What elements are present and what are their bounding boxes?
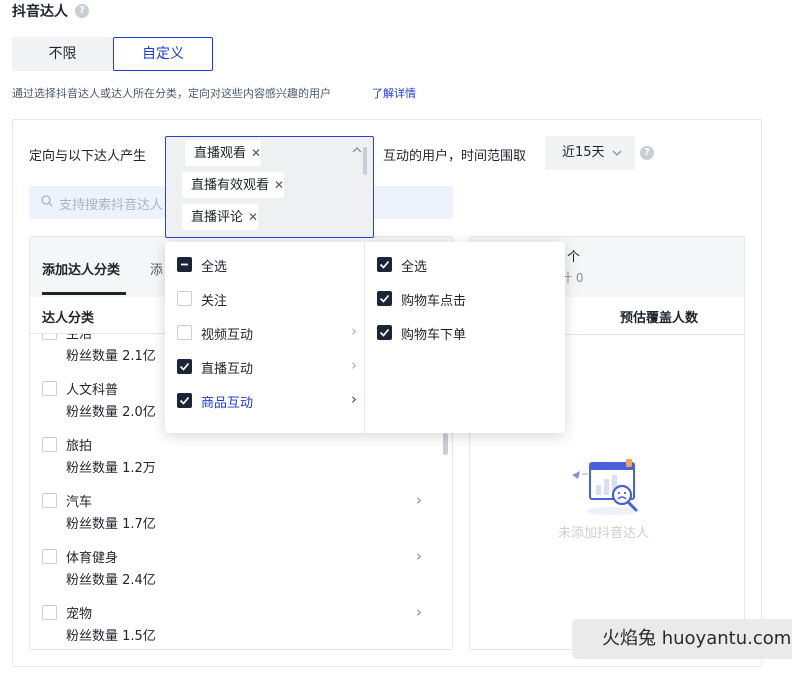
chevron-right-icon: › (351, 322, 357, 340)
tab-add-other[interactable]: 添 (150, 259, 163, 278)
category-name: 宠物 (66, 607, 93, 622)
interaction-dropdown: 全选 关注 视频互动 › 直播互动 › 商品互动 › 全选 购物车点击 购物车下… (165, 242, 565, 433)
option-unlimited-button[interactable]: 不限 (12, 37, 113, 71)
list-item[interactable]: 体育健身 粉丝数量 2.4亿 › (30, 547, 440, 603)
option-label: 视频互动 (201, 328, 254, 343)
selected-count: 个 (567, 250, 581, 265)
chevron-up-icon[interactable] (352, 145, 362, 158)
scrollbar[interactable] (443, 433, 448, 455)
option-label: 直播互动 (201, 362, 254, 377)
checkbox-checked[interactable] (377, 257, 392, 272)
checkbox-checked[interactable] (377, 325, 392, 340)
checkbox[interactable] (177, 291, 192, 306)
column-header-label: 预估覆盖人数 (620, 311, 699, 326)
option-label: 关注 (201, 294, 228, 309)
checkbox[interactable] (42, 381, 57, 396)
dropdown-option-follow[interactable]: 关注 (177, 287, 367, 311)
checkbox-checked[interactable] (177, 393, 192, 408)
category-name: 体育健身 (66, 551, 119, 566)
dropdown-option-select-all[interactable]: 全选 (177, 253, 367, 277)
active-tab-indicator (42, 292, 126, 295)
category-fans: 粉丝数量 1.5亿 (66, 629, 156, 644)
category-fans: 粉丝数量 2.4亿 (66, 573, 156, 588)
chevron-right-icon: › (351, 390, 357, 408)
chevron-right-icon[interactable]: › (416, 547, 422, 565)
interaction-tag-select[interactable]: 直播观看 ✕ 直播有效观看 ✕ 直播评论 ✕ (165, 136, 374, 238)
list-item[interactable]: 汽车 粉丝数量 1.7亿 › (30, 491, 440, 547)
scrollbar[interactable] (363, 147, 367, 175)
checkbox-checked[interactable] (377, 291, 392, 306)
category-name: 旅拍 (66, 439, 93, 454)
dropdown-suboption-select-all[interactable]: 全选 (377, 253, 567, 277)
tab-add-category[interactable]: 添加达人分类 (42, 259, 120, 278)
time-range-select[interactable]: 近15天 (545, 136, 635, 170)
dropdown-option-product[interactable]: 商品互动 › (177, 389, 367, 413)
category-name: 人文科普 (66, 383, 119, 398)
option-label: 全选 (401, 260, 428, 275)
option-label: 商品互动 (201, 396, 254, 411)
category-name: 汽车 (66, 495, 93, 510)
dropdown-suboption-cart-click[interactable]: 购物车点击 (377, 287, 567, 311)
option-label: 购物车下单 (401, 328, 467, 343)
tag-label: 直播评论 (191, 210, 244, 225)
checkbox[interactable] (177, 325, 192, 340)
close-icon[interactable]: ✕ (251, 146, 261, 160)
column-header-label: 达人分类 (42, 311, 95, 326)
search-icon (41, 195, 53, 207)
selected-tag[interactable]: 直播有效观看 ✕ (182, 172, 285, 198)
close-icon[interactable]: ✕ (248, 210, 258, 224)
dropdown-suboption-cart-order[interactable]: 购物车下单 (377, 321, 567, 345)
chevron-right-icon: › (351, 356, 357, 374)
empty-state-illustration-icon (568, 457, 648, 519)
search-placeholder: 支持搜索抖音达人 (59, 198, 164, 213)
checkbox-checked[interactable] (177, 359, 192, 374)
close-icon[interactable]: ✕ (274, 178, 284, 192)
chevron-right-icon[interactable]: › (416, 491, 422, 509)
checkbox-indeterminate[interactable] (177, 257, 192, 272)
chevron-down-icon (612, 136, 622, 185)
empty-state-text: 未添加抖音达人 (558, 526, 650, 541)
dropdown-option-live[interactable]: 直播互动 › (177, 355, 367, 379)
tag-label: 直播有效观看 (191, 178, 270, 193)
time-range-value: 近15天 (562, 145, 605, 160)
category-fans: 粉丝数量 2.1亿 (66, 349, 156, 364)
help-icon[interactable]: ? (75, 4, 89, 18)
chevron-right-icon[interactable]: › (416, 603, 422, 621)
section-title: 抖音达人 (12, 4, 68, 20)
help-icon[interactable]: ? (640, 146, 654, 160)
selected-tag[interactable]: 直播观看 ✕ (185, 140, 262, 166)
category-fans: 粉丝数量 1.7亿 (66, 517, 156, 532)
tag-label: 直播观看 (194, 146, 247, 161)
section-description: 通过选择抖音达人或达人所在分类，定向对这些内容感兴趣的用户 (12, 87, 331, 100)
targeting-tail-text: 互动的用户，时间范围取 (383, 149, 527, 164)
list-item[interactable]: 旅拍 粉丝数量 1.2万 (30, 435, 440, 491)
category-fans: 粉丝数量 1.2万 (66, 461, 156, 476)
selected-tag[interactable]: 直播评论 ✕ (182, 204, 259, 230)
learn-more-link[interactable]: 了解详情 (372, 85, 416, 101)
dropdown-option-video[interactable]: 视频互动 › (177, 321, 367, 345)
checkbox[interactable] (42, 605, 57, 620)
checkbox[interactable] (42, 549, 57, 564)
option-label: 购物车点击 (401, 294, 467, 309)
checkbox[interactable] (42, 493, 57, 508)
checkbox[interactable] (42, 437, 57, 452)
targeting-lead-text: 定向与以下达人产生 (29, 149, 147, 164)
list-item[interactable]: 宠物 粉丝数量 1.5亿 › (30, 603, 440, 649)
watermark: 火焰兔 huoyantu.com (572, 619, 792, 659)
option-label: 全选 (201, 260, 228, 275)
category-fans: 粉丝数量 2.0亿 (66, 405, 156, 420)
option-custom-button[interactable]: 自定义 (113, 37, 213, 71)
